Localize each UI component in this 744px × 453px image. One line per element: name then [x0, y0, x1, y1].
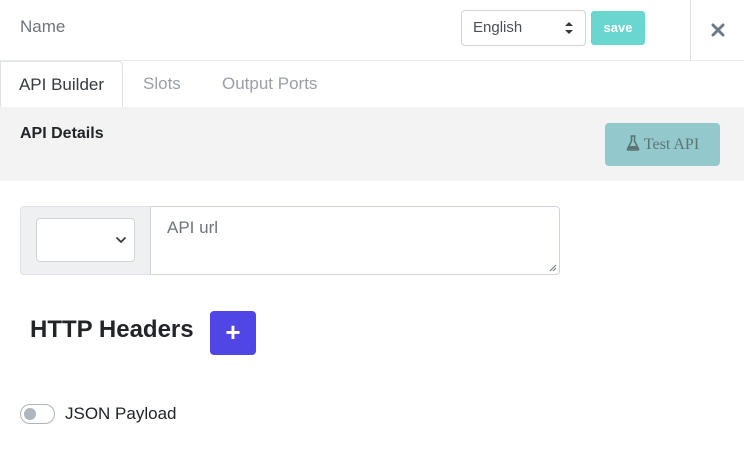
json-payload-toggle[interactable] — [20, 404, 55, 424]
close-button[interactable] — [704, 16, 732, 44]
api-url-placeholder: API url — [167, 218, 219, 237]
http-headers-title: HTTP Headers — [30, 316, 194, 343]
language-selected-value: English — [473, 19, 523, 36]
sort-arrows-icon — [565, 22, 573, 34]
api-url-textarea[interactable]: API url — [150, 206, 560, 275]
test-api-label: Test API — [643, 136, 700, 153]
name-field-label[interactable]: Name — [20, 17, 65, 37]
http-method-group — [20, 206, 151, 275]
chevron-down-icon — [116, 237, 126, 243]
tab-bar: API Builder Slots Output Ports — [0, 61, 744, 107]
plus-icon: + — [225, 317, 241, 347]
test-api-button[interactable]: Test API — [605, 123, 720, 166]
flask-icon — [626, 135, 640, 151]
tab-api-builder[interactable]: API Builder — [0, 61, 123, 107]
tab-slots[interactable]: Slots — [143, 61, 181, 107]
header-divider — [690, 0, 691, 60]
http-method-select[interactable] — [36, 218, 135, 262]
save-button[interactable]: save — [591, 11, 645, 45]
api-details-title: API Details — [20, 125, 104, 142]
resize-grip-icon[interactable] — [547, 262, 557, 272]
close-icon — [711, 23, 725, 37]
tab-output-ports[interactable]: Output Ports — [222, 61, 317, 107]
modal-header: Name English save — [0, 0, 744, 61]
json-payload-label: JSON Payload — [65, 404, 177, 423]
toggle-knob — [24, 408, 36, 420]
add-header-button[interactable]: + — [210, 311, 256, 355]
language-select[interactable]: English — [461, 10, 586, 46]
api-details-section: API Details Test API — [0, 107, 744, 181]
